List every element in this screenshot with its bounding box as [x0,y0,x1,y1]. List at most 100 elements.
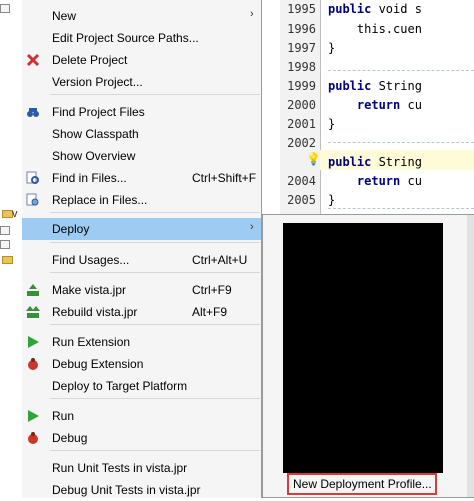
code-line[interactable]: public void s [328,2,422,16]
menu-item-label: Show Overview [52,149,136,163]
code-text: } [328,193,336,207]
menu-separator [50,398,260,399]
line-number: 1995 [287,2,316,16]
line-number: 1996 [287,22,316,36]
replace-files-icon [26,193,40,207]
code-line[interactable]: return cu [328,174,422,188]
code-keyword: public [328,79,372,93]
menu-item-deploy[interactable]: Deploy › [22,218,261,240]
menu-separator [50,324,260,325]
code-line[interactable]: } [328,117,335,131]
menu-item-run[interactable]: Run [22,405,261,427]
menu-item-shortcut: Alt+F9 [192,305,228,319]
menu-item-label: Delete Project [52,53,128,67]
menu-item-find-project-files[interactable]: Find Project Files [22,101,261,123]
menu-item-run-unit-tests-in-vista-jpr[interactable]: Run Unit Tests in vista.jpr [22,457,261,479]
new-deployment-profile-item[interactable]: New Deployment Profile... [287,473,437,495]
menu-item-shortcut: Ctrl+Shift+F [192,171,257,185]
code-keyword: return [328,98,401,112]
menu-separator [50,450,260,451]
submenu-arrow-icon: › [250,8,254,20]
method-separator [328,142,474,143]
line-number: 2001 [287,117,316,131]
redacted-profiles-area [283,223,443,473]
line-number: 2000 [287,98,316,112]
find-files-icon [26,171,40,185]
line-number: 2002 [287,136,316,150]
menu-item-find-in-files[interactable]: Find in Files... Ctrl+Shift+F [22,167,261,189]
method-separator [328,70,474,71]
run-icon [26,409,40,423]
debug-extension-icon [26,357,40,371]
menu-item-label: Run Unit Tests in vista.jpr [52,461,188,475]
code-text: } [328,41,336,55]
code-text: cu [400,174,422,188]
menu-item-label: Deploy to Target Platform [52,379,188,393]
line-number: 1997 [287,41,316,55]
menu-item-shortcut: Ctrl+Alt+U [192,253,248,267]
menu-item-shortcut: Ctrl+F9 [192,283,232,297]
deploy-submenu[interactable]: New Deployment Profile... [262,214,474,498]
menu-item-run-extension[interactable]: Run Extension [22,331,261,353]
code-text: this.cuen [328,22,422,36]
binoculars-icon [26,105,40,119]
menu-item-new[interactable]: New › [22,5,261,27]
submenu-arrow-icon: › [250,221,254,233]
submenu-scrollbar[interactable] [467,215,474,497]
code-text: String [371,79,422,93]
line-number: 2004 [287,174,316,188]
menu-item-label: Deploy [52,222,90,236]
menu-item-replace-in-files[interactable]: Replace in Files... [22,189,261,211]
rebuild-icon [26,305,40,319]
menu-item-rebuild-vista-jpr[interactable]: Rebuild vista.jpr Alt+F9 [22,301,261,323]
expand-toggle-icon[interactable] [0,4,10,13]
menu-item-label: Find Usages... [52,253,130,267]
menu-item-label: Replace in Files... [52,193,148,207]
menu-item-debug-extension[interactable]: Debug Extension [22,353,261,375]
code-keyword: public [328,2,372,16]
lightbulb-icon[interactable]: 💡 [306,152,321,166]
menu-item-show-classpath[interactable]: Show Classpath [22,123,261,145]
menu-item-find-usages[interactable]: Find Usages... Ctrl+Alt+U [22,249,261,271]
code-line[interactable]: public String [328,79,422,93]
menu-item-label: Show Classpath [52,127,139,141]
menu-item-label: Run Extension [52,335,131,349]
menu-item-make-vista-jpr[interactable]: Make vista.jpr Ctrl+F9 [22,279,261,301]
code-text: } [328,117,336,131]
code-line[interactable]: } [328,193,335,207]
folder-icon [2,256,13,264]
menu-separator [50,242,260,243]
menu-item-delete-project[interactable]: Delete Project [22,49,261,71]
line-number: 1999 [287,79,316,93]
menu-item-label: Debug Unit Tests in vista.jpr [52,483,201,497]
menu-item-label: Run [52,409,75,423]
code-line[interactable]: } [328,41,335,55]
code-line[interactable]: this.cuen [328,22,422,36]
menu-item-label: New [52,9,77,23]
menu-item-show-overview[interactable]: Show Overview [22,145,261,167]
code-line[interactable]: public String [328,155,422,169]
code-keyword: public [328,155,372,169]
run-extension-icon [26,335,40,349]
line-number: 1998 [287,60,316,74]
menu-item-label: Make vista.jpr [52,283,127,297]
menu-item-label: Rebuild vista.jpr [52,305,138,319]
new-deployment-profile-label: New Deployment Profile... [293,477,432,491]
expand-toggle-icon[interactable] [0,240,10,249]
menu-item-label: Debug Extension [52,357,144,371]
code-text: cu [400,98,422,112]
menu-item-label: Find in Files... [52,171,127,185]
menu-item-deploy-to-target-platform[interactable]: Deploy to Target Platform [22,375,261,397]
expand-toggle-icon[interactable] [0,226,10,235]
menu-item-edit-project-source-paths[interactable]: Edit Project Source Paths... [22,27,261,49]
menu-item-debug[interactable]: Debug [22,427,261,449]
menu-separator [50,94,260,95]
menu-item-label: Find Project Files [52,105,145,119]
menu-item-label: Version Project... [52,75,143,89]
menu-item-version-project[interactable]: Version Project... [22,71,261,93]
tree-node-label[interactable]: v [12,208,18,220]
context-menu[interactable]: New › Edit Project Source Paths... Delete P… [22,0,262,498]
code-text: String [371,155,422,169]
code-line[interactable]: return cu [328,98,422,112]
project-tree[interactable]: v [0,0,22,498]
